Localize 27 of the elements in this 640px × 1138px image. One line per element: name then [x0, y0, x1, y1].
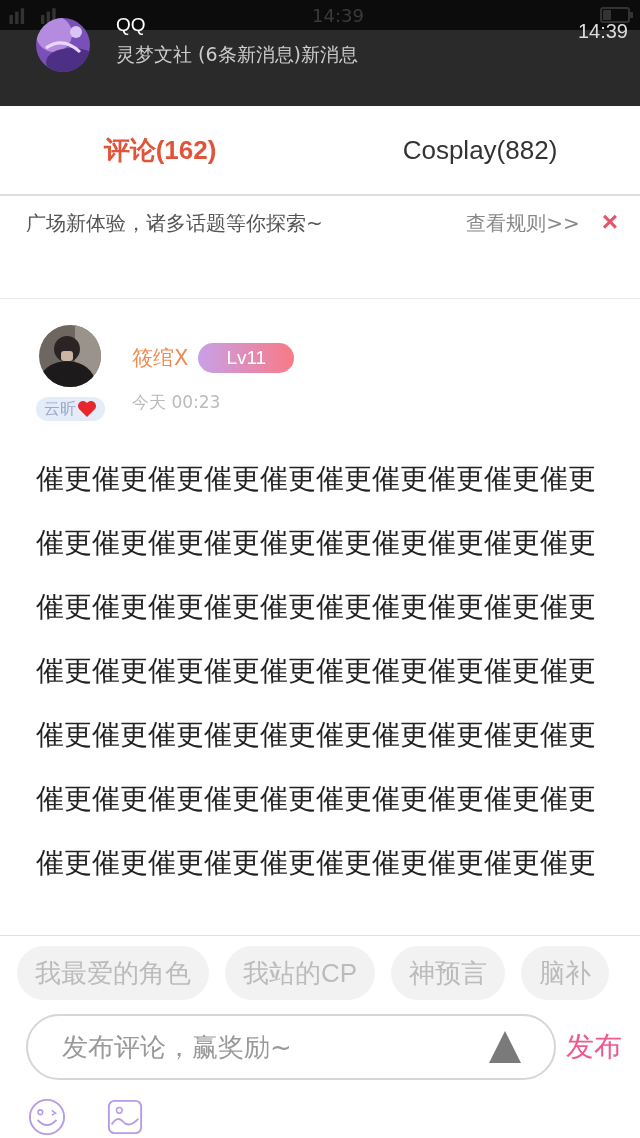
comment-text: 催更催更催更催更催更催更催更催更催更催更	[36, 781, 597, 817]
comment-text: 催更催更催更催更催更催更催更催更催更催更	[36, 461, 597, 497]
heart-icon	[76, 400, 97, 418]
send-button[interactable]: 发布	[566, 1028, 622, 1066]
battery-icon	[600, 7, 634, 23]
tab[interactable]: Cosplay(882)	[320, 106, 640, 194]
comment-time: 今天 00:23	[132, 391, 222, 414]
notice-text: 广场新体验，诸多话题等你探索~	[26, 210, 324, 237]
notification-message: 灵梦文社 (6条新消息)新消息	[116, 42, 358, 67]
tab[interactable]: 评论(162)	[0, 106, 320, 194]
notification-app: QQ	[116, 14, 146, 36]
notification-time: 14:39	[577, 20, 628, 43]
comment-text: 催更催更催更催更催更催更催更催更催更催更	[36, 653, 597, 689]
close-button[interactable]: ×	[601, 210, 618, 234]
comment-text: 催更催更催更催更催更催更催更催更催更催更	[36, 525, 597, 561]
comment-text: 催更催更催更催更催更催更催更催更催更催更	[36, 845, 597, 881]
triangle-icon	[488, 1030, 522, 1064]
comment-field[interactable]: 发布评论，赢奖励~	[26, 1014, 556, 1080]
image-icon[interactable]	[106, 1098, 144, 1136]
comment-text: 催更催更催更催更催更催更催更催更催更催更	[36, 589, 597, 625]
comment-text: 催更催更催更催更催更催更催更催更催更催更	[36, 717, 597, 753]
rules-link[interactable]: 查看规则>>	[466, 210, 580, 237]
comment-input[interactable]: 发布评论，赢奖励~	[60, 1031, 488, 1063]
user-tag: 云昕	[35, 397, 105, 421]
emoji-icon[interactable]	[28, 1098, 66, 1136]
author-name[interactable]: 筱绾X	[132, 344, 189, 372]
level-badge: Lv11	[198, 343, 295, 373]
